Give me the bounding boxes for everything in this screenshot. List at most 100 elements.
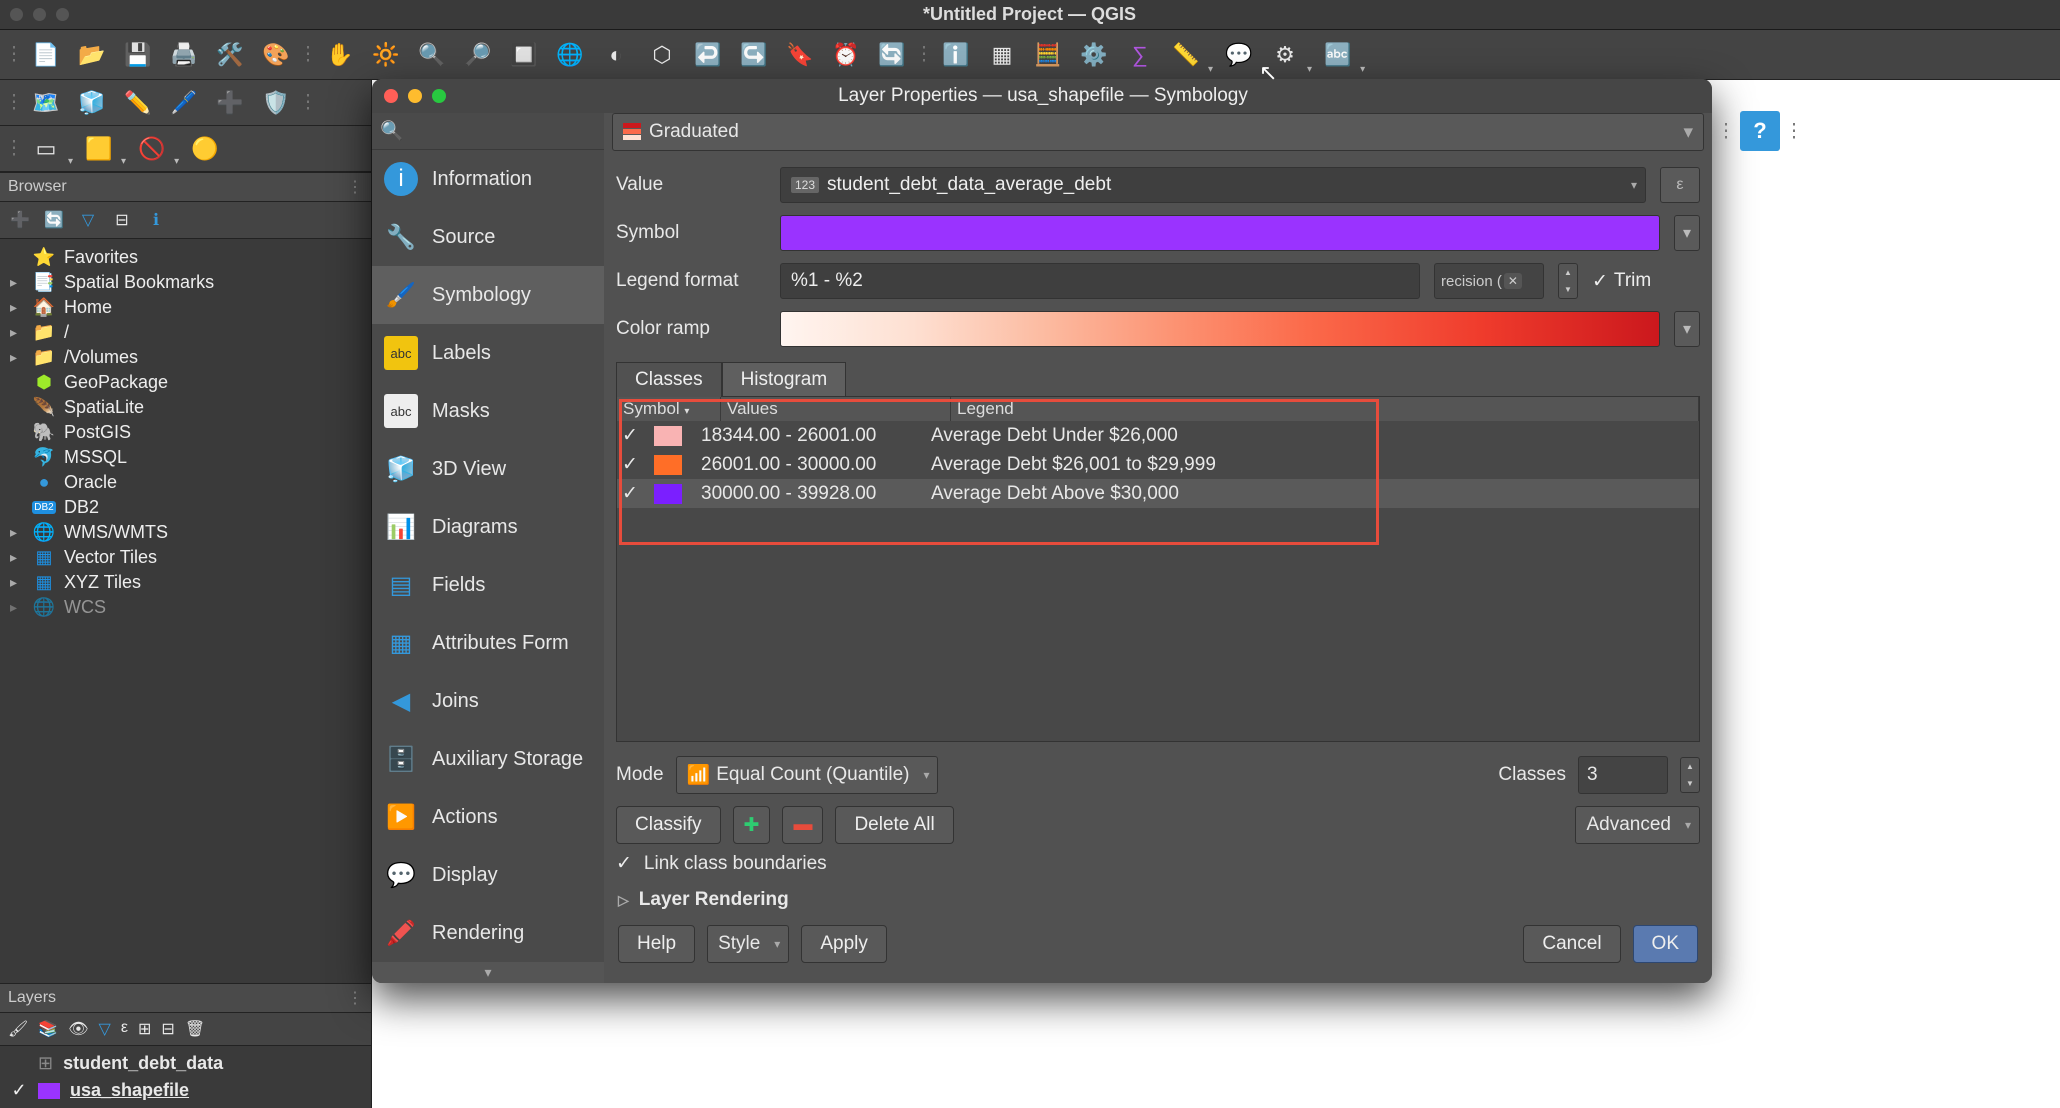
style-layer-icon[interactable]: 🖌: [8, 1019, 28, 1039]
temporal-icon[interactable]: ⏰: [826, 35, 866, 75]
legend-format-input[interactable]: %1 - %2: [780, 263, 1420, 299]
processing-icon[interactable]: ⚙️: [1074, 35, 1114, 75]
add-group-icon[interactable]: 📚: [38, 1019, 58, 1039]
field-calculator-icon[interactable]: 🧮: [1028, 35, 1068, 75]
statistics-icon[interactable]: ∑: [1120, 35, 1160, 75]
collapse-layers-icon[interactable]: ⊟: [161, 1019, 174, 1039]
layer-rendering-section[interactable]: ▷ Layer Rendering: [604, 881, 1712, 919]
class-values[interactable]: 26001.00 - 30000.00: [693, 454, 923, 476]
properties-icon[interactable]: ℹ: [144, 208, 168, 232]
checkbox-icon[interactable]: [10, 1055, 28, 1073]
maximize-icon[interactable]: [432, 89, 446, 103]
sidebar-item-aux-storage[interactable]: 🗄️ Auxiliary Storage: [372, 730, 604, 788]
precision-input[interactable]: recision ( ✕: [1434, 263, 1544, 299]
class-row[interactable]: ✓ 30000.00 - 39928.00 Average Debt Above…: [617, 479, 1699, 508]
delete-all-button[interactable]: Delete All: [835, 806, 953, 844]
class-legend[interactable]: Average Debt Above $30,000: [923, 483, 1699, 505]
class-row[interactable]: ✓ 26001.00 - 30000.00 Average Debt $26,0…: [617, 450, 1699, 479]
text-annotation-icon[interactable]: 🔤: [1318, 35, 1358, 75]
class-checkbox[interactable]: ✓: [617, 482, 643, 505]
add-vector-icon[interactable]: 🗺️: [26, 83, 66, 123]
tab-histogram[interactable]: Histogram: [722, 362, 847, 397]
scroll-down-icon[interactable]: ▾: [372, 962, 604, 983]
sidebar-item-display[interactable]: 💬 Display: [372, 846, 604, 904]
class-values[interactable]: 30000.00 - 39928.00: [693, 483, 923, 505]
pan-selection-icon[interactable]: 🔆: [366, 35, 406, 75]
expand-icon[interactable]: ▷: [618, 892, 629, 909]
expression-icon[interactable]: ε: [121, 1019, 128, 1039]
expand-all-icon[interactable]: ⊞: [138, 1019, 151, 1039]
refresh-browser-icon[interactable]: 🔄: [42, 208, 66, 232]
add-class-button[interactable]: ✚: [733, 806, 771, 844]
refresh-icon[interactable]: 🔄: [872, 35, 912, 75]
class-checkbox[interactable]: ✓: [617, 424, 643, 447]
measure-icon[interactable]: 📏: [1166, 35, 1206, 75]
filter-selected-icon[interactable]: 🟡: [185, 129, 225, 169]
symbology-type-combo[interactable]: Graduated ▾: [612, 113, 1704, 151]
sidebar-item-source[interactable]: 🔧 Source: [372, 208, 604, 266]
zoom-out-icon[interactable]: 🔎: [458, 35, 498, 75]
sidebar-item-actions[interactable]: ▶️ Actions: [372, 788, 604, 846]
advanced-combo[interactable]: Advanced ▾: [1575, 806, 1700, 844]
zoom-native-icon[interactable]: 🔲: [504, 35, 544, 75]
edit-icon[interactable]: 🖊️: [164, 83, 204, 123]
filter-layers-icon[interactable]: ▽: [99, 1019, 111, 1039]
precision-spinner[interactable]: ▲▼: [1558, 263, 1578, 299]
filter-browser-icon[interactable]: ▽: [76, 208, 100, 232]
pan-icon[interactable]: ✋: [320, 35, 360, 75]
cancel-button[interactable]: Cancel: [1523, 925, 1620, 963]
deselect-icon[interactable]: 🚫: [132, 129, 172, 169]
symbol-preview-button[interactable]: [780, 215, 1660, 251]
class-swatch[interactable]: [643, 484, 693, 504]
layers-tree[interactable]: ⊞ student_debt_data ✓ usa_shapefile: [0, 1046, 371, 1108]
tab-classes[interactable]: Classes: [616, 362, 722, 397]
class-legend[interactable]: Average Debt Under $26,000: [923, 425, 1699, 447]
class-values[interactable]: 18344.00 - 26001.00: [693, 425, 923, 447]
value-field-combo[interactable]: 123 student_debt_data_average_debt ▾: [780, 167, 1646, 203]
attribute-table-icon[interactable]: ▦: [982, 35, 1022, 75]
select-expression-icon[interactable]: 🟨: [79, 129, 119, 169]
layout-manager-icon[interactable]: 🛠️: [210, 35, 250, 75]
collapse-all-icon[interactable]: ⊟: [110, 208, 134, 232]
zoom-selection-icon[interactable]: ◐: [596, 35, 636, 75]
style-combo[interactable]: Style▾: [707, 925, 789, 963]
classes-spinner[interactable]: ▲▼: [1680, 757, 1700, 793]
remove-layer-icon[interactable]: 🗑: [185, 1019, 205, 1039]
sidebar-item-3dview[interactable]: 🧊 3D View: [372, 440, 604, 498]
visibility-icon[interactable]: 👁: [68, 1019, 88, 1039]
open-project-icon[interactable]: 📂: [72, 35, 112, 75]
vertex-tool-icon[interactable]: 🛡️: [256, 83, 296, 123]
browser-tree[interactable]: ⭐Favorites ▸📑Spatial Bookmarks ▸🏠Home ▸📁…: [0, 239, 371, 983]
pencil-icon[interactable]: ✏️: [118, 83, 158, 123]
trim-checkbox[interactable]: ✓: [1592, 270, 1608, 293]
classes-list[interactable]: Symbol ▾ Values Legend ✓ 18344.00 - 2600…: [616, 396, 1700, 742]
classes-count-input[interactable]: 3: [1578, 756, 1668, 794]
remove-class-button[interactable]: ▬: [782, 806, 823, 844]
class-swatch[interactable]: [643, 455, 693, 475]
minimize-icon[interactable]: [408, 89, 422, 103]
classify-button[interactable]: Classify: [616, 806, 721, 844]
select-features-icon[interactable]: ▭: [26, 129, 66, 169]
save-project-icon[interactable]: 💾: [118, 35, 158, 75]
add-raster-icon[interactable]: 🧊: [72, 83, 112, 123]
new-project-icon[interactable]: 📄: [26, 35, 66, 75]
close-icon[interactable]: [384, 89, 398, 103]
zoom-in-icon[interactable]: 🔍: [412, 35, 452, 75]
ramp-dropdown-button[interactable]: ▾: [1674, 311, 1700, 347]
dialog-titlebar[interactable]: Layer Properties — usa_shapefile — Symbo…: [372, 79, 1712, 113]
sidebar-item-fields[interactable]: ▤ Fields: [372, 556, 604, 614]
ok-button[interactable]: OK: [1633, 925, 1698, 963]
sidebar-item-information[interactable]: i Information: [372, 150, 604, 208]
zoom-last-icon[interactable]: ↩️: [688, 35, 728, 75]
window-traffic-lights[interactable]: [10, 8, 69, 21]
sidebar-item-masks[interactable]: abc Masks: [372, 382, 604, 440]
zoom-layer-icon[interactable]: ⬡: [642, 35, 682, 75]
sidebar-item-attributes-form[interactable]: ▦ Attributes Form: [372, 614, 604, 672]
help-button[interactable]: Help: [618, 925, 695, 963]
browser-panel-header[interactable]: Browser ⋮: [0, 172, 371, 202]
class-legend[interactable]: Average Debt $26,001 to $29,999: [923, 454, 1699, 476]
add-layer-icon[interactable]: ➕: [8, 208, 32, 232]
layers-panel-header[interactable]: Layers ⋮: [0, 983, 371, 1013]
layer-item[interactable]: ✓ usa_shapefile: [4, 1077, 367, 1104]
help-icon[interactable]: ?: [1740, 111, 1780, 151]
